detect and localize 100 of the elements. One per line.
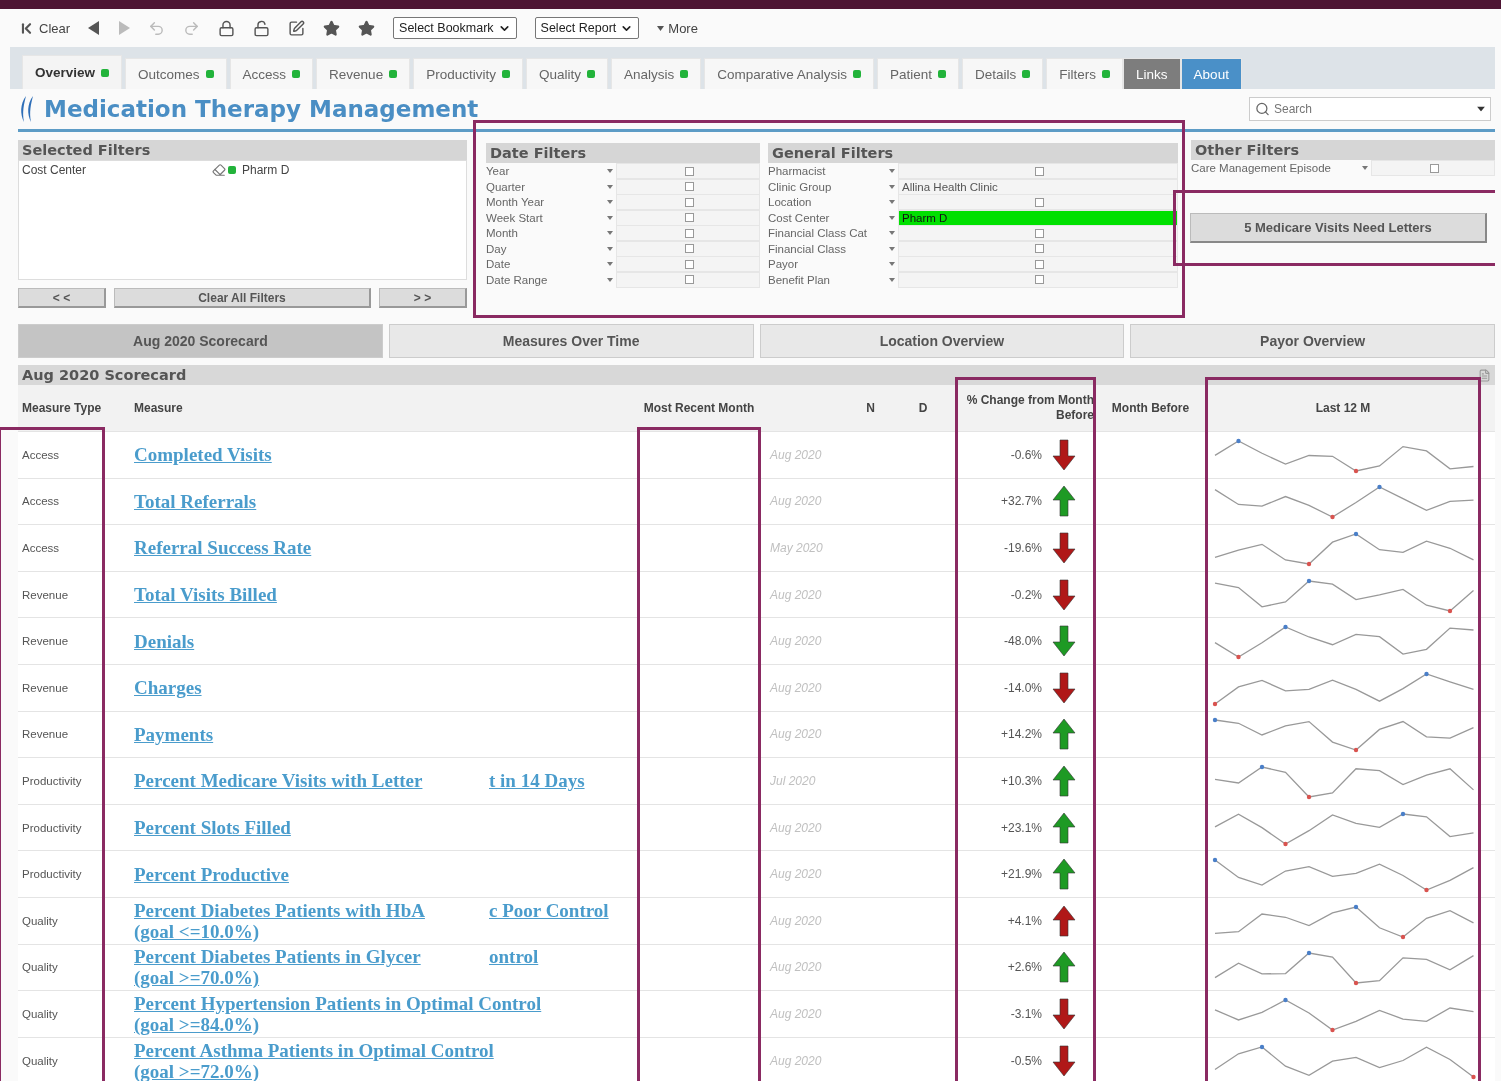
measure-link[interactable]: c Poor Control: [489, 899, 609, 921]
tab[interactable]: Comparative Analysis: [704, 58, 875, 89]
filter-field[interactable]: [616, 225, 760, 241]
filter-label: Cost Center: [768, 211, 831, 224]
measure-link[interactable]: Total Visits Billed: [134, 584, 277, 606]
table-cell: -48.0%: [1003, 634, 1042, 649]
filter-label: Quarter: [486, 180, 526, 193]
measure-link[interactable]: Percent Diabetes Patients in Glycer: [134, 946, 489, 968]
filter-field[interactable]: [898, 225, 1178, 241]
column-header: Most Recent Month: [642, 399, 756, 417]
status-icon: [680, 70, 689, 78]
alert-button[interactable]: 5 Medicare Visits Need Letters: [1190, 212, 1487, 243]
tab[interactable]: Quality: [525, 58, 608, 89]
tab[interactable]: Outcomes: [125, 58, 227, 89]
tab[interactable]: Overview: [22, 55, 123, 89]
table-cell: -0.6%: [1010, 447, 1042, 462]
table-cell-text: Aug 2020: [768, 960, 823, 975]
filter-field-name: Cost Center: [22, 163, 88, 177]
measure-link[interactable]: Percent Medicare Visits with Letter: [134, 770, 489, 792]
measure-link[interactable]: Payments: [134, 723, 214, 745]
measure-link[interactable]: Percent Slots Filled: [134, 817, 291, 839]
table-cell: +21.9%: [1000, 867, 1042, 882]
table-cell-text: Quality: [21, 961, 59, 974]
measure-link[interactable]: Total Referrals: [134, 490, 257, 512]
filter-label: Day: [486, 242, 508, 255]
bookmark-select[interactable]: Select Bookmark: [393, 17, 517, 39]
table-cell-text: Access: [21, 448, 61, 461]
tab[interactable]: Filters: [1046, 58, 1124, 89]
table-cell: +10.3%: [1000, 773, 1042, 788]
table-cell-text: Revenue: [21, 635, 70, 648]
more-button[interactable]: More: [657, 20, 698, 36]
filter-value: Pharm D: [242, 163, 290, 177]
view-tab[interactable]: Payor Overview: [1130, 324, 1495, 358]
tab[interactable]: Links: [1123, 58, 1181, 89]
measure-link[interactable]: (goal <=10.0%): [134, 920, 260, 942]
tab[interactable]: About: [1180, 58, 1242, 89]
tab[interactable]: Analysis: [610, 58, 702, 89]
measure-link[interactable]: (goal >=84.0%): [134, 1013, 260, 1035]
search-icon: [1255, 101, 1270, 117]
table-cell-text: Aug 2020: [768, 913, 823, 928]
filter-field[interactable]: [898, 256, 1178, 272]
table-cell-text: Aug 2020: [768, 1053, 823, 1068]
table-cell-text: Productivity: [21, 868, 83, 881]
eraser-icon[interactable]: [212, 163, 226, 177]
filter-label: Payor: [768, 258, 800, 270]
status-icon: [101, 68, 110, 77]
star-icon[interactable]: [358, 19, 376, 37]
view-tab[interactable]: Measures Over Time: [388, 324, 754, 358]
filter-field[interactable]: [1371, 160, 1495, 176]
filter-label: Month Year: [486, 196, 546, 208]
filter-label: Financial Class: [768, 242, 847, 255]
tab[interactable]: Details: [962, 58, 1044, 89]
table-cell: -19.6%: [1003, 541, 1042, 555]
dropdown-caret-icon[interactable]: [1477, 106, 1485, 112]
back-icon[interactable]: [88, 21, 101, 35]
table-cell-text: Productivity: [21, 774, 83, 787]
lock-icon[interactable]: [218, 19, 236, 37]
measure-link[interactable]: (goal >=72.0%): [134, 1060, 260, 1081]
view-tab[interactable]: Location Overview: [759, 324, 1125, 358]
star-icon[interactable]: [323, 19, 341, 37]
status-icon: [205, 70, 214, 78]
next-button[interactable]: > >: [379, 288, 467, 308]
measure-link[interactable]: Denials: [134, 630, 195, 652]
search-field[interactable]: Search: [1249, 97, 1491, 121]
measure-link[interactable]: Percent Diabetes Patients with HbA: [134, 899, 489, 921]
filter-field[interactable]: [898, 194, 1178, 210]
measure-link[interactable]: t in 14 Days: [489, 770, 585, 792]
filter-label: Week Start: [486, 211, 544, 224]
previous-button[interactable]: < <: [18, 288, 106, 308]
measure-link[interactable]: (goal >=70.0%): [134, 967, 260, 989]
measure-link[interactable]: Percent Asthma Patients in Optimal Control: [134, 1039, 494, 1061]
filter-field[interactable]: [616, 194, 760, 210]
column-header: Last 12 M: [1314, 399, 1372, 417]
column-header: % Change from Month Before: [965, 392, 1095, 424]
edit-icon[interactable]: [288, 19, 306, 37]
measure-link[interactable]: Charges: [134, 677, 202, 699]
tab[interactable]: Patient: [877, 58, 960, 89]
measure-link[interactable]: ontrol: [489, 946, 539, 968]
measure-link[interactable]: Completed Visits: [134, 444, 272, 466]
tab[interactable]: Productivity: [413, 58, 523, 89]
tab[interactable]: Revenue: [316, 58, 411, 89]
filter-field[interactable]: [616, 163, 760, 179]
status-icon: [389, 70, 398, 78]
clear-filters-button[interactable]: Clear All Filters: [114, 288, 371, 308]
view-tab[interactable]: Aug 2020 Scorecard: [18, 324, 383, 358]
filter-field[interactable]: [898, 163, 1178, 179]
report-select[interactable]: Select Report: [534, 17, 640, 39]
column-header: Measure: [133, 399, 184, 417]
table-cell-text: Jul 2020: [769, 773, 817, 788]
unlock-icon[interactable]: [253, 19, 271, 37]
measure-link[interactable]: Percent Productive: [134, 863, 289, 885]
measure-link[interactable]: Referral Success Rate: [134, 537, 312, 559]
filter-field[interactable]: [616, 256, 760, 272]
filter-label: Financial Class Cat: [768, 227, 869, 239]
export-icon[interactable]: [1478, 368, 1491, 382]
table-cell-text: Aug 2020: [768, 587, 823, 602]
panel-title: Selected Filters: [18, 140, 467, 160]
measure-link[interactable]: Percent Hypertension Patients in Optimal Control: [134, 992, 542, 1014]
tab[interactable]: Access: [229, 58, 314, 89]
clear-button[interactable]: Clear: [18, 19, 71, 37]
